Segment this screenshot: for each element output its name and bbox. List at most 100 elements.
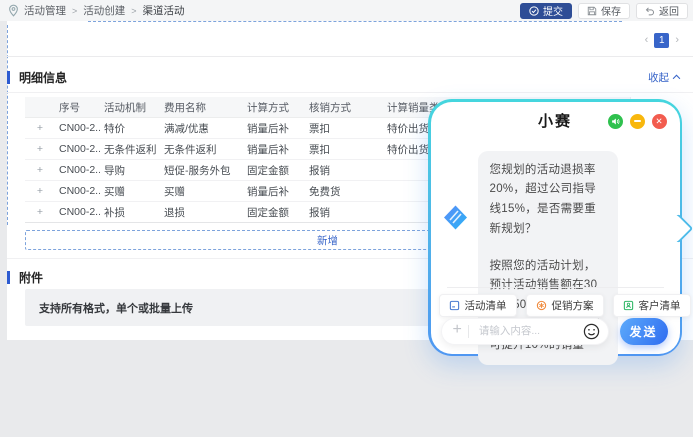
cell-writeoff: 报销 — [305, 160, 383, 181]
assistant-panel-body: 小赛 ✕ 您规划的活动退损 — [431, 102, 680, 354]
cell-seq: CN00-2... — [55, 118, 100, 139]
message-input-pill: + — [441, 318, 609, 345]
smiley-icon — [583, 323, 600, 340]
prev-page-button[interactable]: ‹ — [645, 33, 649, 48]
cell-calc: 固定金额 — [243, 160, 305, 181]
cell-calc: 销量后补 — [243, 118, 305, 139]
breadcrumb: 活动管理 > 活动创建 > 渠道活动 — [24, 3, 185, 18]
col-header-calc: 计算方式 — [243, 97, 305, 118]
assistant-title: 小赛 — [538, 110, 572, 131]
close-icon: ✕ — [655, 117, 662, 126]
promo-badge-icon — [536, 300, 547, 311]
current-page-button[interactable]: 1 — [654, 33, 669, 48]
minimize-button[interactable] — [630, 114, 645, 129]
divider — [7, 92, 693, 93]
assistant-panel: 小赛 ✕ 您规划的活动退损 — [428, 99, 682, 356]
submit-button[interactable]: 提交 — [520, 3, 572, 19]
cell-expense: 满减/优惠 — [160, 118, 243, 139]
window-controls: ✕ — [608, 114, 667, 129]
quick-actions: 活动清单 促销方案 客户清单 — [439, 294, 691, 317]
assistant-avatar — [442, 204, 469, 231]
col-header-mechanism: 活动机制 — [100, 97, 160, 118]
cell-expense: 短促-服务外包 — [160, 160, 243, 181]
toolbar-actions: 提交 保存 返回 — [520, 3, 688, 19]
submit-label: 提交 — [543, 3, 563, 18]
col-header-writeoff: 核销方式 — [305, 97, 383, 118]
location-pin-icon — [8, 4, 19, 17]
send-button[interactable]: 发送 — [620, 318, 668, 345]
cell-expense: 无条件返利 — [160, 139, 243, 160]
cell-seq: CN00-2... — [55, 160, 100, 181]
close-button[interactable]: ✕ — [652, 114, 667, 129]
drop-indicator-line-left — [7, 25, 8, 225]
cell-mechanism: 无条件返利 — [100, 139, 160, 160]
cell-seq: CN00-2... — [55, 139, 100, 160]
attach-plus-button[interactable]: + — [453, 321, 462, 339]
cell-seq: CN00-2... — [55, 202, 100, 223]
customer-icon — [623, 300, 634, 311]
message-input[interactable] — [477, 324, 579, 338]
save-label: 保存 — [601, 3, 621, 18]
section-accent-bar — [7, 71, 10, 84]
cell-mechanism: 买赠 — [100, 181, 160, 202]
app-screen: 活动管理 > 活动创建 > 渠道活动 提交 保存 — [0, 0, 693, 437]
col-header-seq: 序号 — [55, 97, 100, 118]
assistant-header: 小赛 ✕ — [431, 102, 680, 140]
cell-writeoff: 报销 — [305, 202, 383, 223]
cell-seq: CN00-2... — [55, 181, 100, 202]
pagination: ‹ 1 › — [645, 33, 679, 48]
cell-calc: 销量后补 — [243, 181, 305, 202]
back-button[interactable]: 返回 — [636, 3, 688, 19]
input-row: + 发送 — [431, 318, 680, 345]
save-icon — [587, 6, 597, 16]
quick-action-promo-plan[interactable]: 促销方案 — [526, 294, 604, 317]
document-icon — [449, 300, 460, 311]
detail-section-title: 明细信息 — [19, 69, 67, 86]
chevron-up-icon — [672, 74, 681, 80]
collapse-link[interactable]: 收起 — [648, 70, 681, 85]
section-accent-bar — [7, 271, 10, 284]
col-header-expense: 费用名称 — [160, 97, 243, 118]
cell-mechanism: 特价 — [100, 118, 160, 139]
quick-action-customer-list[interactable]: 客户清单 — [613, 294, 691, 317]
back-label: 返回 — [659, 3, 679, 18]
row-expand-button[interactable]: + — [25, 139, 55, 160]
quick-action-label: 活动清单 — [465, 298, 507, 313]
collapse-label: 收起 — [648, 70, 669, 85]
check-circle-icon — [529, 6, 539, 16]
cell-writeoff: 票扣 — [305, 139, 383, 160]
breadcrumb-separator: > — [131, 6, 136, 16]
divider — [447, 287, 664, 288]
row-expand-button[interactable]: + — [25, 118, 55, 139]
breadcrumb-separator: > — [72, 6, 77, 16]
drop-indicator-line — [88, 21, 622, 22]
detail-section-header: 明细信息 收起 — [7, 69, 693, 85]
voice-button[interactable] — [608, 114, 623, 129]
breadcrumb-item-channel-activity[interactable]: 渠道活动 — [143, 3, 185, 18]
cell-expense: 买赠 — [160, 181, 243, 202]
minus-icon — [634, 120, 641, 122]
cell-calc: 销量后补 — [243, 139, 305, 160]
speaker-icon — [611, 117, 620, 126]
add-row-label: 新增 — [317, 233, 338, 248]
expand-column-header — [25, 97, 55, 118]
quick-action-label: 客户清单 — [639, 298, 681, 313]
next-page-button[interactable]: › — [675, 33, 679, 48]
row-expand-button[interactable]: + — [25, 181, 55, 202]
cell-calc: 固定金额 — [243, 202, 305, 223]
save-button[interactable]: 保存 — [578, 3, 630, 19]
breadcrumb-item-activity-mgmt[interactable]: 活动管理 — [24, 3, 66, 18]
cell-mechanism: 导购 — [100, 160, 160, 181]
quick-action-activity-list[interactable]: 活动清单 — [439, 294, 517, 317]
attachment-section-title: 附件 — [19, 269, 43, 286]
divider — [7, 56, 693, 57]
assistant-message-1: 您规划的活动退损率20%，超过公司指导线15%，是否需要重新规划？ — [490, 161, 606, 240]
upload-hint: 支持所有格式，单个或批量上传 — [39, 300, 193, 316]
emoji-button[interactable] — [583, 323, 600, 340]
cell-writeoff: 免费货 — [305, 181, 383, 202]
cell-mechanism: 补损 — [100, 202, 160, 223]
topbar: 活动管理 > 活动创建 > 渠道活动 提交 保存 — [0, 0, 693, 21]
breadcrumb-item-activity-create[interactable]: 活动创建 — [83, 3, 125, 18]
row-expand-button[interactable]: + — [25, 202, 55, 223]
row-expand-button[interactable]: + — [25, 160, 55, 181]
